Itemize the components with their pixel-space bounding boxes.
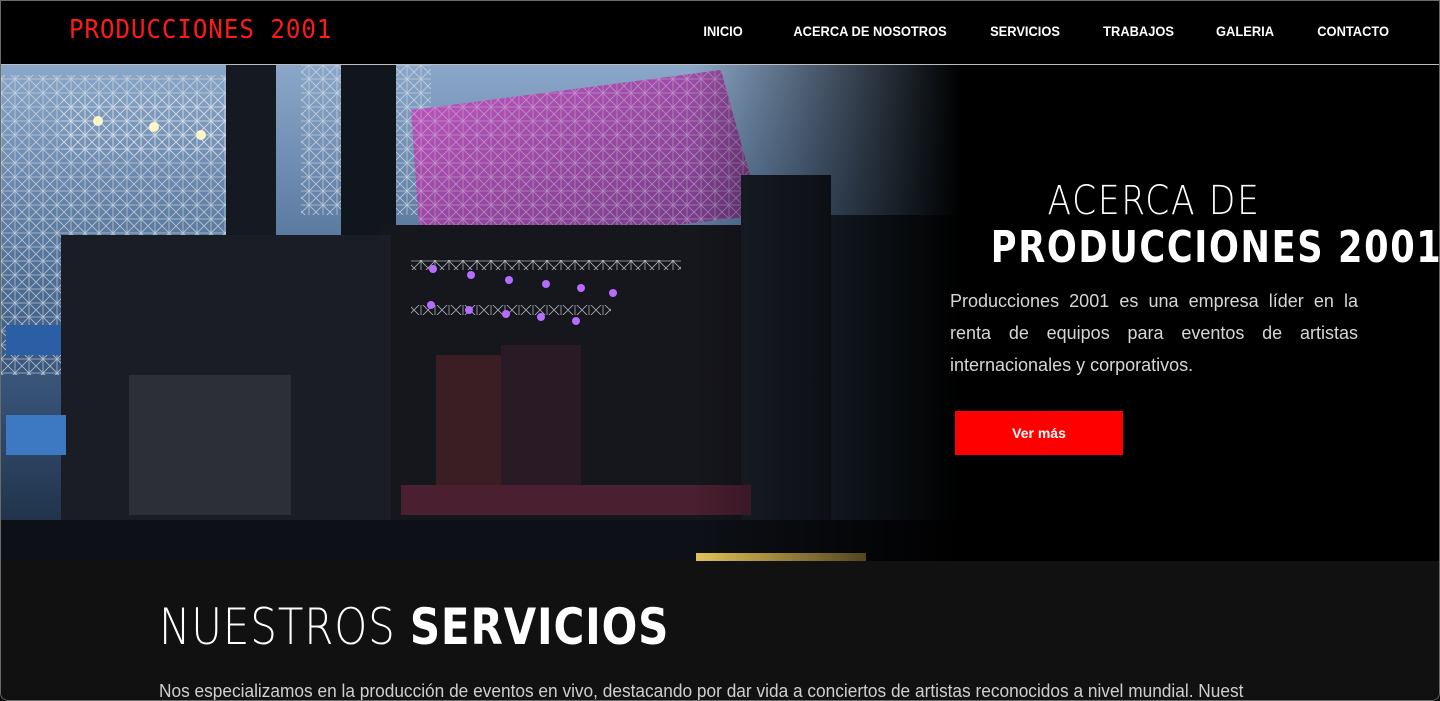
services-title-light: NUESTROS [159, 598, 396, 656]
navbar: PRODUCCIONES 2001 INICIO ACERCA DE NOSOT… [1, 1, 1439, 65]
hero-description: Producciones 2001 es una empresa líder e… [950, 291, 1358, 375]
ver-mas-button[interactable]: Ver más [955, 411, 1123, 455]
hero-title-light: ACERCA DE [1047, 178, 1261, 224]
services-title-bold: SERVICIOS [409, 598, 670, 656]
hero-title-bold: PRODUCCIONES 2001 [990, 222, 1439, 273]
nav-servicios[interactable]: SERVICIOS [990, 21, 1060, 41]
nav-contacto[interactable]: CONTACTO [1317, 21, 1389, 41]
hero-section: ACERCA DE PRODUCCIONES 2001 Producciones… [1, 65, 1439, 561]
page-frame: PRODUCCIONES 2001 INICIO ACERCA DE NOSOT… [0, 0, 1440, 701]
main-nav: INICIO ACERCA DE NOSOTROS SERVICIOS TRAB… [663, 21, 1389, 41]
nav-galeria[interactable]: GALERIA [1216, 21, 1274, 41]
services-section: NUESTROS SERVICIOS Nos especializamos en… [1, 561, 1439, 701]
nav-acerca-de-nosotros[interactable]: ACERCA DE NOSOTROS [794, 21, 947, 41]
nav-trabajos[interactable]: TRABAJOS [1103, 21, 1174, 41]
nav-inicio[interactable]: INICIO [704, 21, 743, 41]
site-logo[interactable]: PRODUCCIONES 2001 [69, 15, 332, 45]
concert-stage-image [1, 65, 961, 561]
services-title: NUESTROS SERVICIOS [159, 597, 669, 657]
services-description: Nos especializamos en la producción de e… [159, 681, 1244, 701]
